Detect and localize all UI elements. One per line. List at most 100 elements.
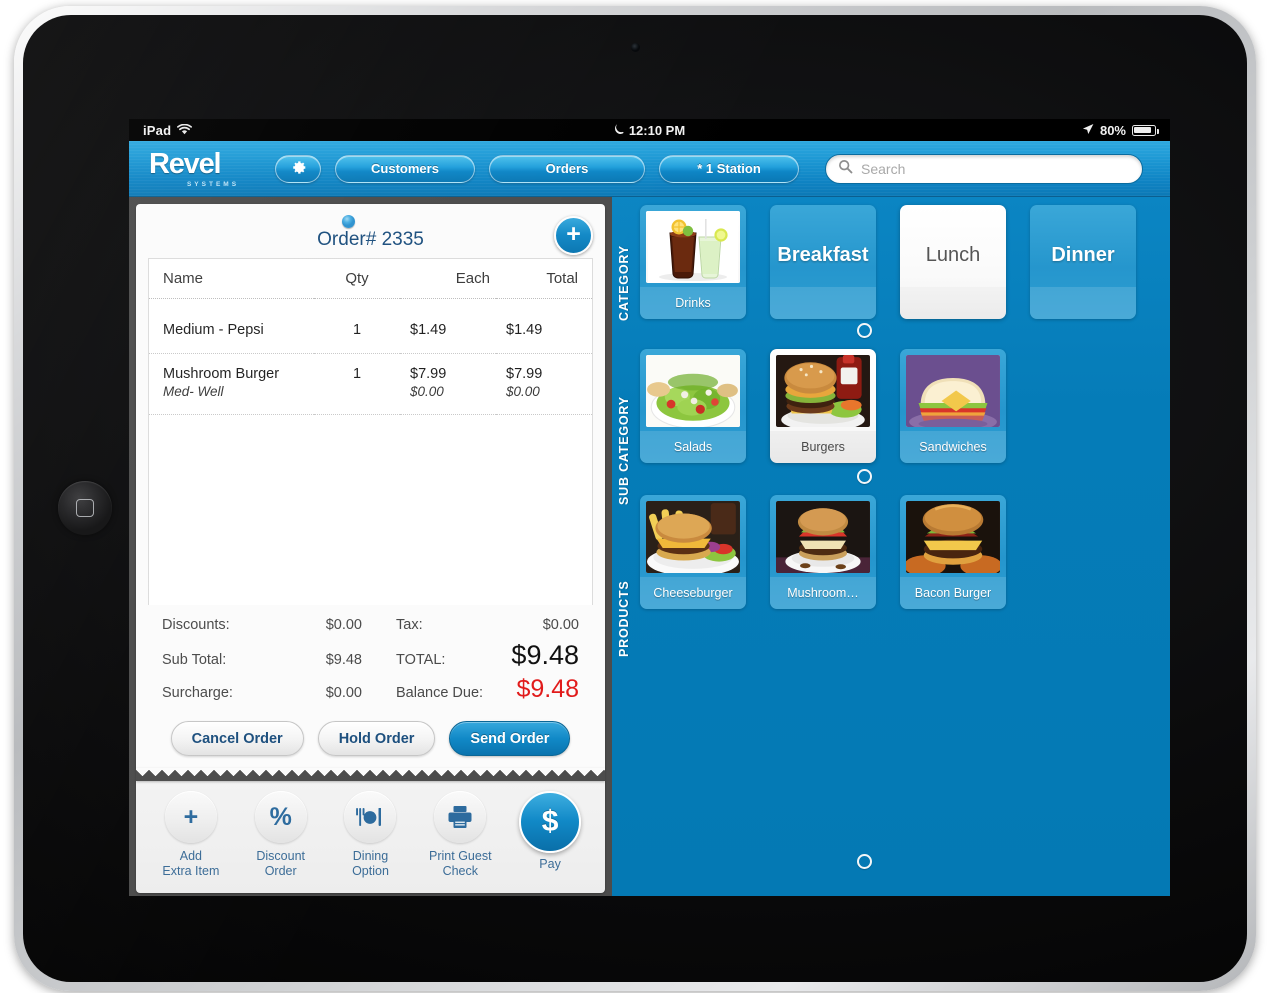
order-totals: Discounts: $0.00 Tax: $0.00 Sub Total: $… [148, 605, 593, 701]
item-modifier-row[interactable]: Med- Well $0.00 $0.00 [149, 384, 592, 410]
product-tile-bacon-burger[interactable]: Bacon Burger [900, 495, 1006, 609]
send-order-button[interactable]: Send Order [449, 721, 571, 756]
add-extra-item-label: Add Extra Item [162, 849, 219, 880]
surcharge-value: $0.00 [325, 685, 362, 701]
subcategory-page-dot[interactable] [857, 469, 872, 484]
hold-order-button[interactable]: Hold Order [317, 721, 436, 756]
add-extra-item-button[interactable]: + Add Extra Item [147, 791, 235, 880]
product-tile-label: Cheeseburger [640, 577, 746, 609]
tool-label-line2: Check [442, 864, 478, 879]
search-icon [838, 159, 853, 179]
order-items-table-container[interactable]: Name Qty Each Total Medium - Pepsi 1 $1.… [148, 258, 593, 605]
item-total: $7.99 [506, 366, 543, 382]
modifier-name: Med- Well [163, 384, 224, 399]
product-tile-label: Mushroom… [770, 577, 876, 609]
product-tile-mushroom-burger[interactable]: Mushroom… [770, 495, 876, 609]
column-header-total: Total [546, 270, 578, 287]
drinks-image [646, 211, 740, 283]
orders-button[interactable]: Orders [489, 154, 645, 183]
revel-logo: Revel SYSTEMS [149, 147, 261, 188]
column-header-qty: Qty [345, 270, 369, 287]
search-field-wrapper[interactable] [825, 153, 1143, 184]
percent-glyph: % [269, 802, 292, 831]
sandwich-image [906, 355, 1000, 427]
subtotal-value: $9.48 [325, 652, 362, 668]
category-tile-drinks[interactable]: Drinks [640, 205, 746, 319]
printer-icon [434, 791, 487, 843]
receipt-torn-edge [136, 768, 605, 781]
table-header-row: Name Qty Each Total [149, 259, 592, 299]
order-number-label: Order# 2335 [317, 229, 424, 250]
item-name: Medium - Pepsi [163, 321, 264, 338]
dollar-icon: $ [519, 791, 582, 853]
station-selector-button[interactable]: * 1 Station [659, 154, 799, 183]
category-tile-dinner[interactable]: Dinner [1030, 205, 1136, 319]
products-section-label: PRODUCTS [617, 580, 631, 657]
search-input[interactable] [861, 160, 1130, 177]
subtotal-label: Sub Total: [162, 652, 227, 668]
status-bar-center: 12:10 PM [129, 119, 1170, 141]
battery-icon [1132, 124, 1159, 136]
discount-order-button[interactable]: % Discount Order [237, 791, 325, 880]
subcategory-tile-salads[interactable]: Salads [640, 349, 746, 463]
pay-button[interactable]: $ Pay [506, 791, 594, 872]
plus-icon: + [164, 791, 217, 843]
table-row[interactable]: Mushroom Burger 1 $7.99 $7.99 [149, 354, 592, 385]
products-page-dot[interactable] [857, 854, 872, 869]
subcategory-tile-label: Sandwiches [900, 431, 1006, 463]
item-each: $7.99 [410, 366, 447, 382]
totals-row-subtotal-total: Sub Total: $9.48 TOTAL: $9.48 [162, 641, 579, 668]
modifier-each: $0.00 [410, 384, 444, 399]
order-items-table: Name Qty Each Total Medium - Pepsi 1 $1.… [149, 259, 592, 415]
burger-image [776, 355, 870, 427]
subcategory-tile-sandwiches[interactable]: Sandwiches [900, 349, 1006, 463]
dining-option-button[interactable]: Dining Option [326, 791, 414, 880]
category-tile-lunch[interactable]: Lunch [900, 205, 1006, 319]
receipt-card: Order# 2335 + Name Qty Each Total Medium… [136, 204, 605, 768]
category-tile-row: Drinks Breakfast Lunch Dinner [640, 205, 1136, 319]
revel-logo-wordmark: Revel [149, 147, 222, 180]
category-tile-caption-strip [900, 287, 1006, 319]
home-button-square-icon [76, 499, 94, 517]
settings-gear-button[interactable] [275, 154, 321, 183]
item-qty: 1 [352, 366, 362, 382]
tool-label-line1: Discount [256, 849, 305, 863]
modifier-qty [314, 384, 400, 410]
home-button[interactable] [58, 481, 112, 535]
table-row[interactable]: Medium - Pepsi 1 $1.49 $1.49 [149, 310, 592, 340]
product-tile-label: Bacon Burger [900, 577, 1006, 609]
category-tile-caption-strip [1030, 287, 1136, 319]
cancel-order-button[interactable]: Cancel Order [170, 721, 304, 756]
screen: iPad 12:10 PM 80% Revel SYSTEMS Customer… [129, 119, 1170, 896]
app-top-navigation-bar: Revel SYSTEMS Customers Orders * 1 Stati… [129, 141, 1170, 197]
category-tile-breakfast[interactable]: Breakfast [770, 205, 876, 319]
cheeseburger-image [646, 501, 740, 573]
print-guest-check-button[interactable]: Print Guest Check [416, 791, 504, 880]
product-tile-row: Cheeseburger Mushroom… Bacon Burger [640, 495, 1006, 609]
category-section-label: CATEGORY [617, 245, 631, 321]
order-toolbar: + Add Extra Item % Discount Order Dining… [136, 781, 605, 893]
product-tile-cheeseburger[interactable]: Cheeseburger [640, 495, 746, 609]
mushroomburger-image [776, 501, 870, 573]
tool-label-line1: Print Guest [429, 849, 492, 863]
customers-button[interactable]: Customers [335, 154, 475, 183]
clock-label: 12:10 PM [628, 122, 686, 138]
gear-icon [290, 159, 307, 179]
add-order-button[interactable]: + [554, 216, 593, 255]
subcategory-tile-burgers[interactable]: Burgers [770, 349, 876, 463]
category-page-dot[interactable] [857, 323, 872, 338]
moon-icon [614, 123, 625, 138]
percent-icon: % [254, 791, 307, 843]
baconburger-image [906, 501, 1000, 573]
tool-label-line2: Extra Item [162, 864, 220, 879]
tool-label-line2: Order [264, 864, 297, 879]
menu-panel: CATEGORY SUB CATEGORY PRODUCTS Drinks Br… [612, 197, 1170, 896]
plus-glyph: + [183, 802, 199, 831]
column-header-each: Each [455, 270, 490, 287]
tax-label: Tax: [396, 617, 423, 633]
item-each: $1.49 [410, 321, 447, 338]
tool-label-line1: Add [179, 849, 203, 863]
total-label: TOTAL: [396, 652, 446, 668]
order-action-buttons: Cancel Order Hold Order Send Order [148, 711, 593, 768]
category-tile-label: Drinks [640, 287, 746, 319]
